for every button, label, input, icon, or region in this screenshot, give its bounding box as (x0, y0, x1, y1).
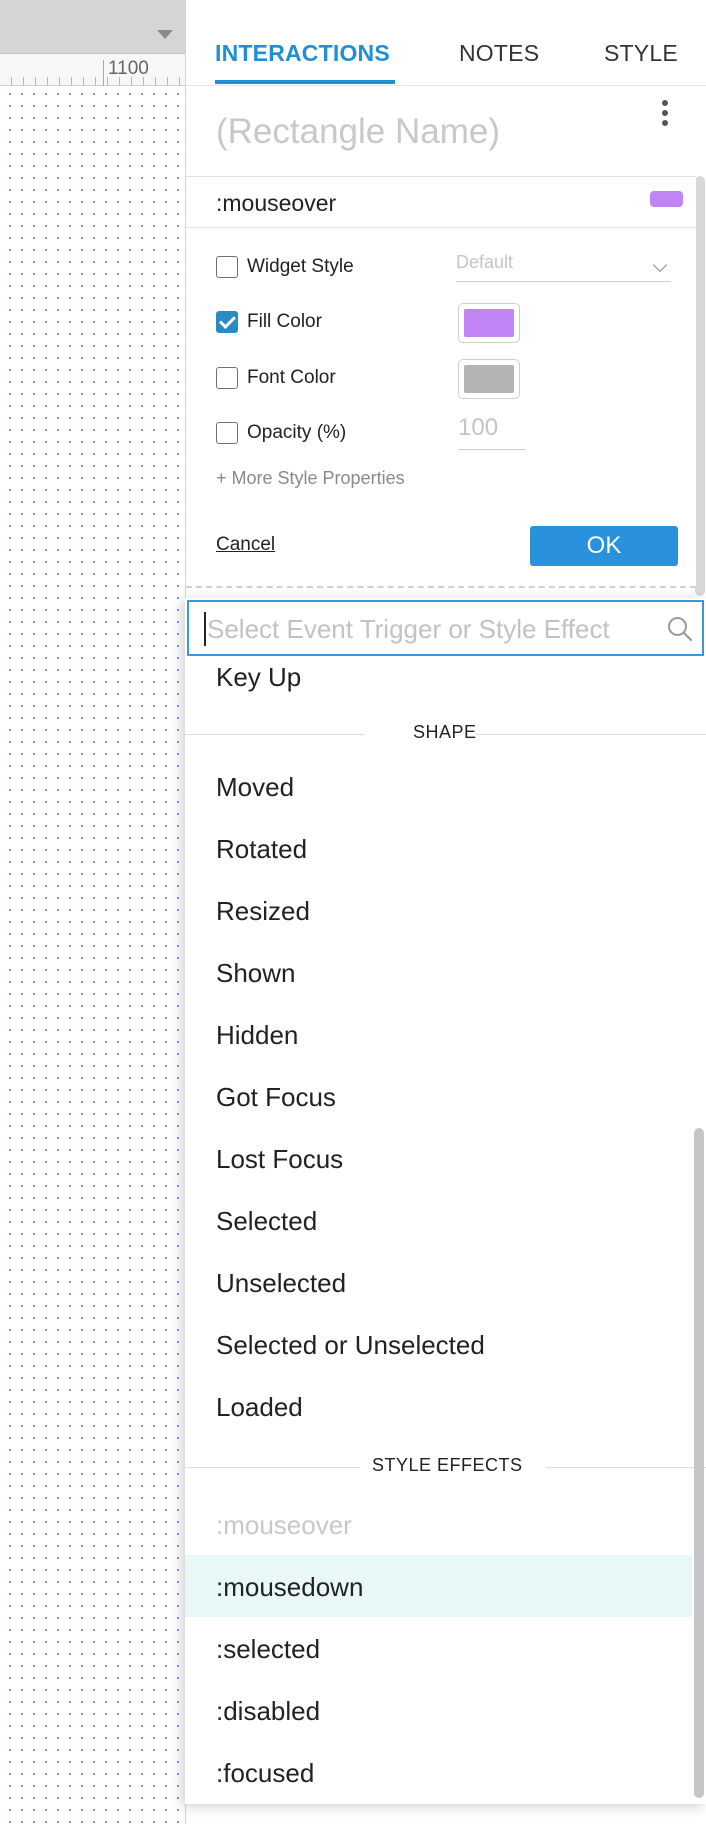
kebab-dot (662, 100, 668, 106)
tab-style[interactable]: STYLE (604, 40, 678, 67)
list-item-mouseover: :mouseover (216, 1510, 352, 1540)
style-effects-section-header: STYLE EFFECTS (185, 1455, 706, 1479)
section-header-label: STYLE EFFECTS (372, 1455, 523, 1475)
design-canvas[interactable]: 1100 (0, 0, 185, 1824)
event-trigger-search-input[interactable] (207, 610, 637, 648)
list-item[interactable]: Resized (216, 896, 310, 927)
widget-style-checkbox[interactable] (216, 256, 238, 278)
style-effect-editor: :mouseover Widget Style Default Fill Col… (186, 176, 696, 588)
fill-color-label: Fill Color (247, 311, 322, 332)
style-effect-header: :mouseover (186, 176, 696, 228)
divider (185, 1467, 360, 1468)
font-color-checkbox[interactable] (216, 367, 238, 389)
list-item[interactable]: Unselected (216, 1268, 346, 1299)
ok-button[interactable]: OK (530, 526, 678, 566)
opacity-checkbox[interactable] (216, 422, 238, 444)
fill-color-row: Fill Color (216, 303, 686, 343)
kebab-dot (662, 120, 668, 126)
section-header-label: SHAPE (413, 722, 477, 742)
list-item-selected[interactable]: :selected (216, 1634, 320, 1665)
chevron-down-icon (652, 257, 668, 273)
event-trigger-dropdown: Key Up SHAPE Moved Rotated Resized Shown… (185, 598, 706, 1804)
active-tab-indicator (215, 80, 395, 84)
panel-scrollbar[interactable] (695, 176, 705, 596)
font-color-label: Font Color (247, 367, 336, 388)
canvas-toolbar (0, 0, 185, 54)
event-trigger-search[interactable] (187, 600, 704, 656)
widget-style-select[interactable]: Default (456, 250, 671, 282)
opacity-input[interactable]: 100 (458, 412, 526, 450)
dropdown-scrollbar[interactable] (694, 1128, 704, 1798)
list-item-mousedown[interactable]: :mousedown (216, 1572, 363, 1603)
cancel-button[interactable]: Cancel (216, 534, 275, 556)
divider (476, 734, 706, 735)
widget-style-row: Widget Style Default (216, 252, 686, 284)
widget-style-value: Default (456, 252, 514, 272)
list-item[interactable]: Shown (216, 958, 296, 989)
list-item[interactable]: Rotated (216, 834, 307, 865)
widget-name-field[interactable]: (Rectangle Name) (216, 112, 500, 152)
list-item[interactable]: Got Focus (216, 1082, 336, 1113)
list-item-key-up[interactable]: Key Up (216, 662, 301, 693)
list-item[interactable]: Lost Focus (216, 1144, 343, 1175)
list-item[interactable]: Hidden (216, 1020, 298, 1051)
chevron-down-icon[interactable] (157, 30, 173, 39)
shape-section-header: SHAPE (185, 722, 706, 746)
opacity-row: Opacity (%) 100 (216, 414, 686, 450)
tab-interactions[interactable]: INTERACTIONS (215, 40, 390, 67)
horizontal-ruler: 1100 (0, 54, 185, 86)
list-item[interactable]: Selected or Unselected (216, 1330, 485, 1361)
widget-name-row: (Rectangle Name) (186, 88, 706, 174)
more-style-properties-link[interactable]: + More Style Properties (216, 468, 405, 489)
widget-style-label: Widget Style (247, 256, 354, 277)
panel-tabs: INTERACTIONS NOTES STYLE (186, 0, 706, 86)
fill-color-picker[interactable] (458, 303, 520, 343)
tab-notes[interactable]: NOTES (459, 40, 539, 67)
search-icon[interactable] (667, 616, 693, 642)
list-item[interactable]: Loaded (216, 1392, 303, 1423)
kebab-dot (662, 110, 668, 116)
more-options-icon[interactable] (654, 98, 678, 142)
divider (186, 586, 696, 588)
divider (185, 734, 365, 735)
list-item-disabled[interactable]: :disabled (216, 1696, 320, 1727)
ruler-label: 1100 (108, 58, 149, 79)
divider (546, 1467, 706, 1468)
style-state-name: :mouseover (216, 190, 337, 216)
list-item[interactable]: Moved (216, 772, 294, 803)
font-color-picker[interactable] (458, 359, 520, 399)
text-cursor (204, 612, 206, 646)
font-color-row: Font Color (216, 359, 686, 399)
font-color-swatch (464, 365, 514, 393)
fill-color-swatch (464, 309, 514, 337)
list-item-focused[interactable]: :focused (216, 1758, 314, 1789)
ruler-major-tick (103, 60, 104, 86)
state-color-swatch (650, 191, 683, 207)
opacity-label: Opacity (%) (247, 422, 347, 443)
fill-color-checkbox[interactable] (216, 311, 238, 333)
list-item[interactable]: Selected (216, 1206, 317, 1237)
